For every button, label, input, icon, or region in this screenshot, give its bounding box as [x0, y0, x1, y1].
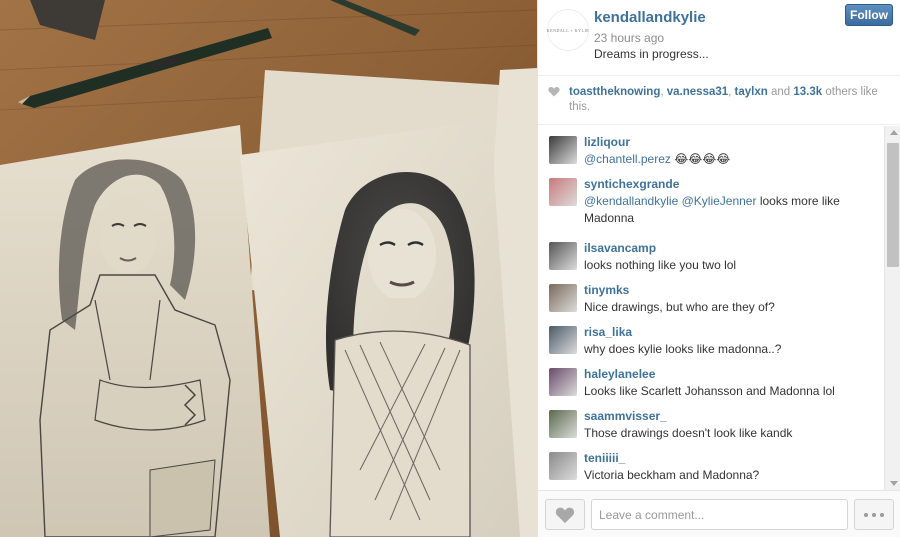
likes-section: toasttheknowing, va.nessa31, taylxn and …: [538, 76, 900, 125]
comment-item: tinymks Nice drawings, but who are they o…: [538, 274, 884, 316]
comment-item: risa_likawhy does kylie looks like madon…: [538, 316, 884, 358]
liker-link[interactable]: taylxn: [735, 86, 768, 98]
comment-text: why does kylie looks like madonna..?: [584, 341, 874, 358]
follow-button[interactable]: Follow: [845, 4, 893, 26]
ellipsis-icon: [864, 512, 868, 517]
comment-item: syntichexgrande @kendallandkylie @KylieJe…: [538, 168, 884, 225]
comment-text-part: Looks like Scarlett Johansson and Madonn…: [584, 384, 835, 398]
sketch-drawings-image: [0, 0, 537, 537]
likes-text: toasttheknowing, va.nessa31, taylxn and …: [569, 86, 878, 113]
comment-text-part: Nice drawings, but who are they of?: [584, 300, 775, 314]
mention-link[interactable]: @chantell.perez: [584, 152, 671, 166]
commenter-username[interactable]: saammvisser_: [584, 409, 667, 423]
commenter-username[interactable]: lizliqour: [584, 135, 630, 149]
comment-text: Victoria beckham and Madonna?: [584, 467, 874, 484]
commenter-username[interactable]: ilsavancamp: [584, 241, 656, 255]
comment-input[interactable]: [591, 499, 848, 530]
heart-icon: [555, 507, 575, 523]
avatar[interactable]: KENDALL + KYLIE: [547, 9, 589, 51]
likes-count[interactable]: 13.3k: [793, 86, 822, 98]
comment-item: lizliqour @chantell.perez 😂😂😂😂: [538, 126, 884, 168]
comments-scrollbar[interactable]: [884, 126, 900, 490]
commenter-avatar[interactable]: [549, 136, 577, 164]
comment-text: @chantell.perez 😂😂😂😂: [584, 151, 874, 168]
more-options-button[interactable]: [854, 499, 894, 530]
liker-link[interactable]: toasttheknowing: [569, 86, 660, 98]
post-timestamp[interactable]: 23 hours ago: [594, 31, 664, 45]
commenter-avatar[interactable]: [549, 284, 577, 312]
like-button[interactable]: [545, 499, 585, 530]
liker-link[interactable]: va.nessa31: [667, 86, 728, 98]
post-header: KENDALL + KYLIE kendallandkylie 23 hours…: [538, 0, 900, 76]
commenter-username[interactable]: teniiiii_: [584, 451, 625, 465]
commenter-username[interactable]: risa_lika: [584, 325, 632, 339]
post-photo: [0, 0, 537, 537]
comment-text-part: looks nothing like you two lol: [584, 258, 737, 272]
comment-text: Nice drawings, but who are they of?: [584, 299, 874, 316]
commenter-avatar[interactable]: [549, 326, 577, 354]
comment-text-part: why does kylie looks like madonna..?: [584, 342, 782, 356]
comment-text-part: Those drawings doesn't look like kandk: [584, 426, 793, 440]
comment-item: saammvisser_ Those drawings doesn't look …: [538, 400, 884, 442]
commenter-avatar[interactable]: [549, 368, 577, 396]
scroll-down-icon[interactable]: [890, 481, 898, 486]
scroll-up-icon[interactable]: [890, 130, 898, 135]
comment-text-part: Victoria beckham and Madonna?: [584, 468, 760, 482]
commenter-username[interactable]: syntichexgrande: [584, 177, 679, 191]
commenter-avatar[interactable]: [549, 178, 577, 206]
commenter-username[interactable]: tinymks: [584, 283, 629, 297]
heart-icon: [548, 86, 560, 97]
comment-item: ilsavancamp looks nothing like you two lo…: [538, 232, 884, 274]
post-caption: Dreams in progress...: [594, 47, 709, 61]
comment-text: Those drawings doesn't look like kandk: [584, 425, 874, 442]
scroll-thumb[interactable]: [887, 143, 899, 267]
comments-list[interactable]: lizliqour @chantell.perez 😂😂😂😂 syntichexgr…: [538, 126, 884, 490]
comment-text: @kendallandkylie @KylieJenner looks more…: [584, 193, 874, 227]
avatar-text: KENDALL + KYLIE: [546, 27, 590, 33]
comment-text: Looks like Scarlett Johansson and Madonn…: [584, 383, 874, 400]
mention-link[interactable]: @kendallandkylie: [584, 194, 678, 208]
post-panel: KENDALL + KYLIE kendallandkylie 23 hours…: [537, 0, 900, 537]
comment-item: haleylanelee Looks like Scarlett Johansso…: [538, 358, 884, 400]
commenter-avatar[interactable]: [549, 410, 577, 438]
comment-item: teniiiii_ Victoria beckham and Madonna?: [538, 442, 884, 484]
commenter-username[interactable]: haleylanelee: [584, 367, 655, 381]
comment-text: looks nothing like you two lol: [584, 257, 874, 274]
comment-bar: [538, 490, 900, 537]
commenter-avatar[interactable]: [549, 452, 577, 480]
comment-text-part: 😂😂😂😂: [670, 152, 731, 166]
post-username[interactable]: kendallandkylie: [594, 9, 706, 26]
mention-link[interactable]: @KylieJenner: [682, 194, 757, 208]
commenter-avatar[interactable]: [549, 242, 577, 270]
